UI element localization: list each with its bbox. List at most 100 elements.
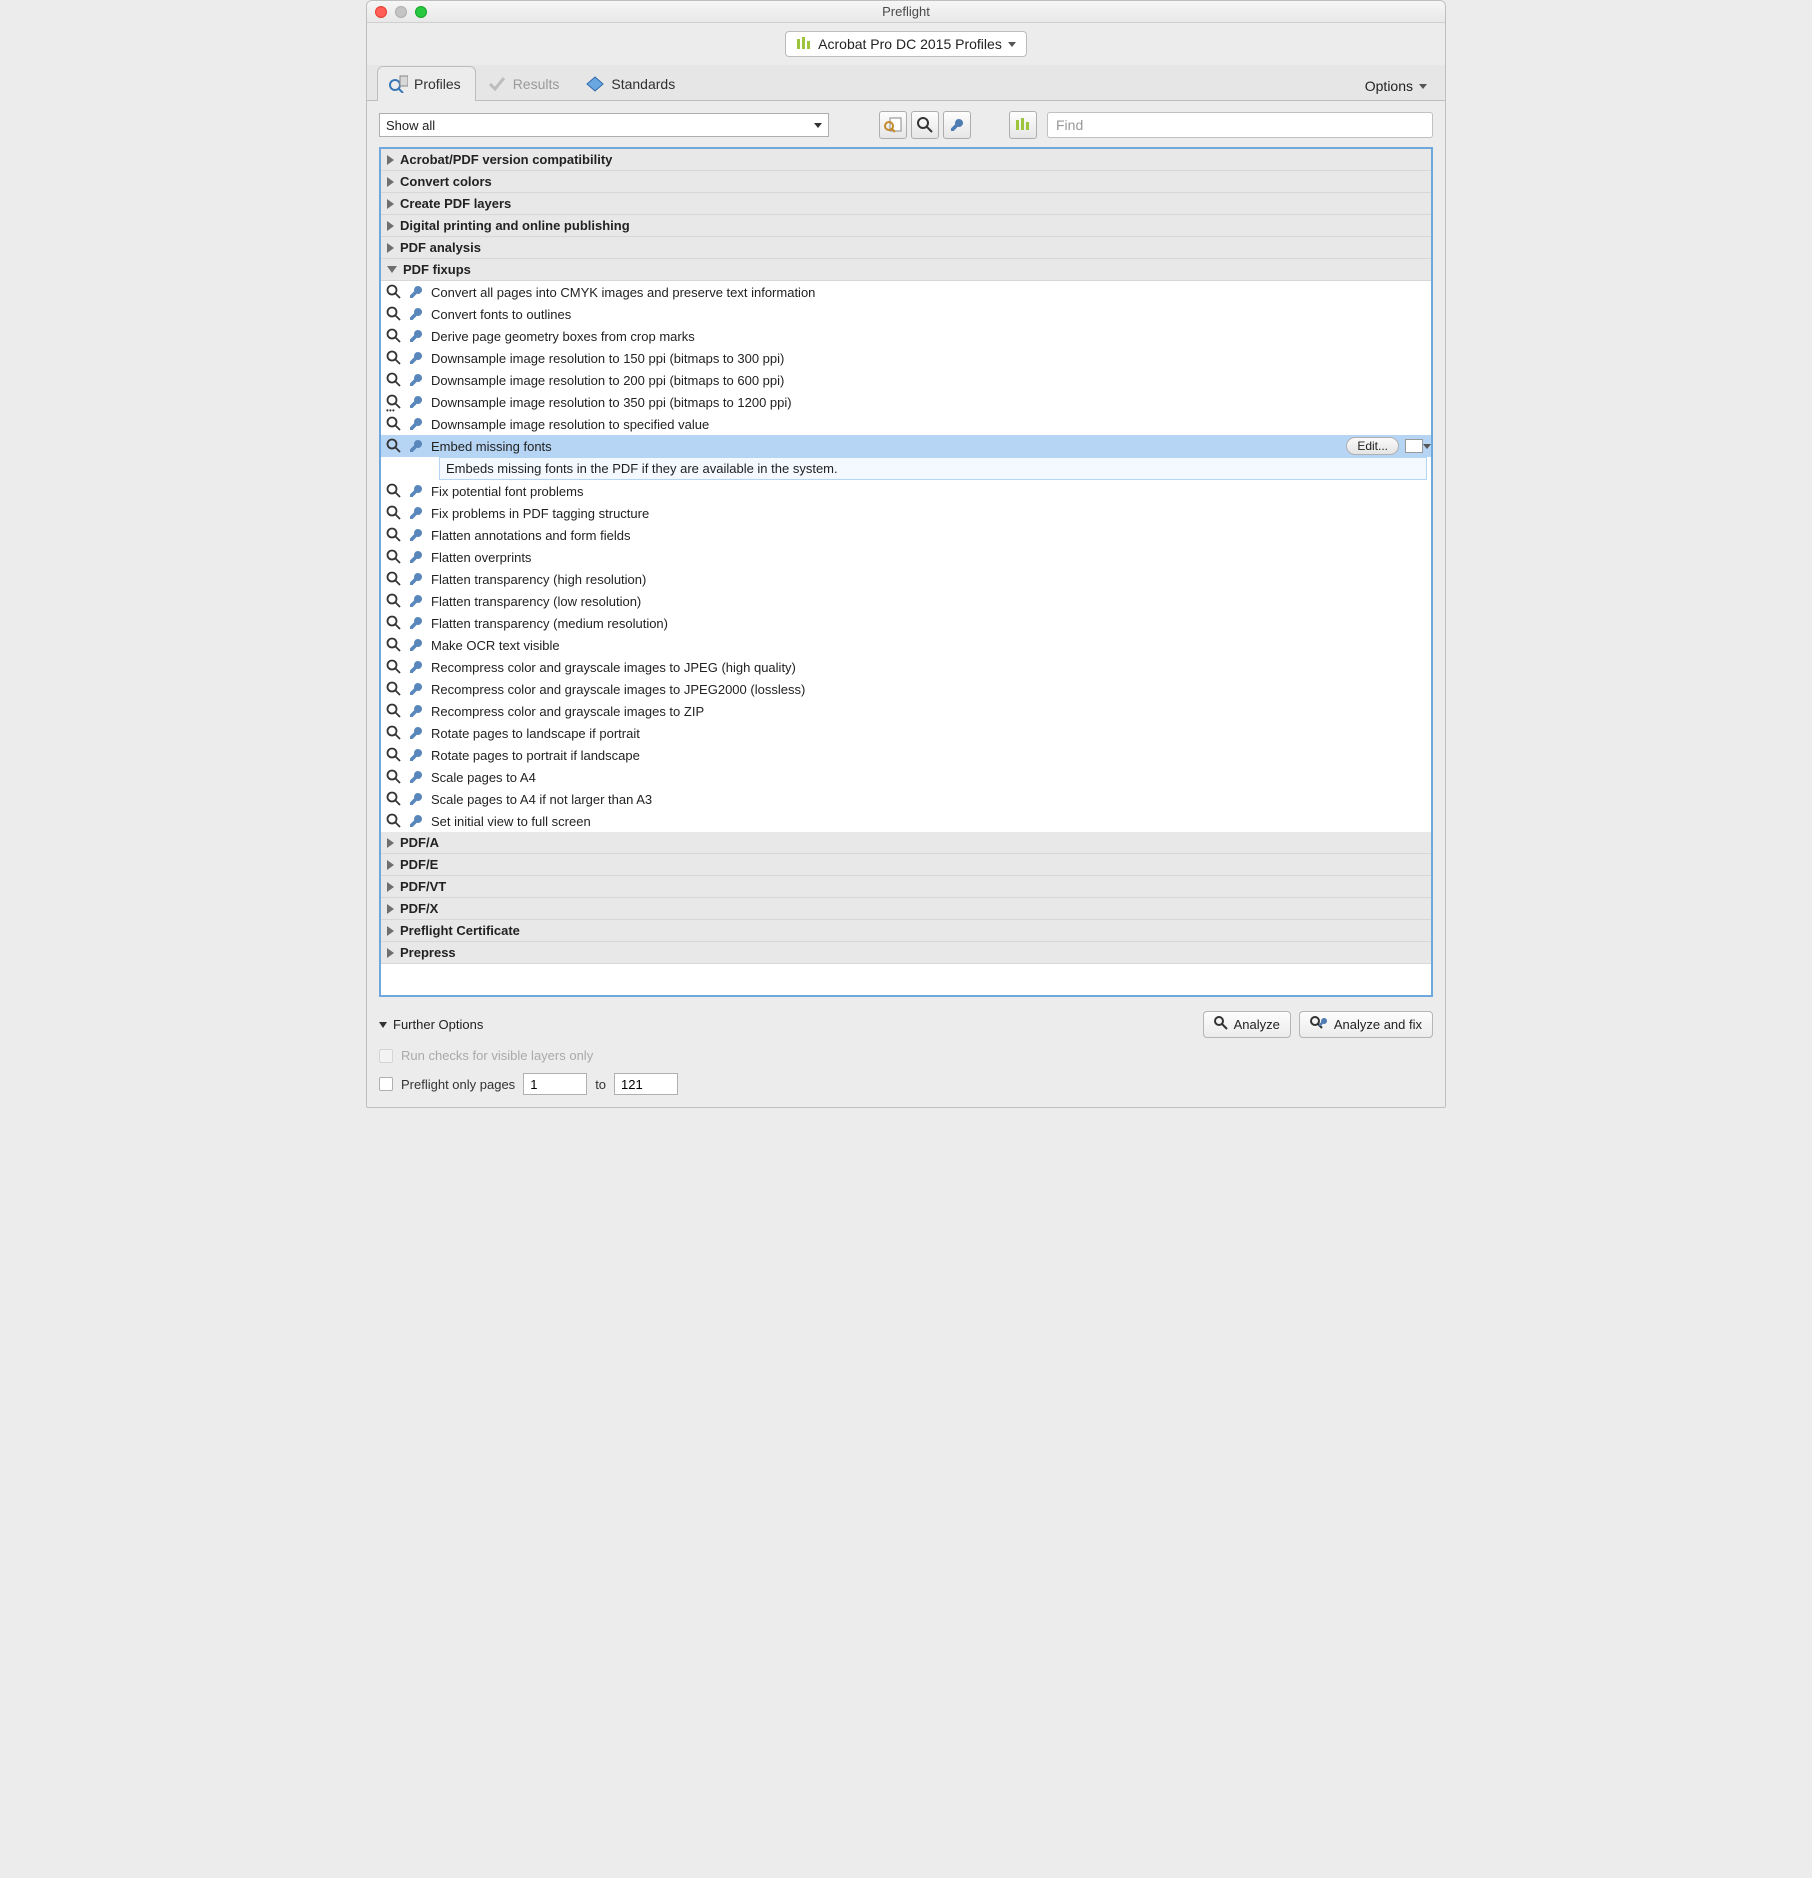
bars-icon (796, 37, 812, 51)
fixup-label: Convert all pages into CMYK images and p… (429, 285, 815, 300)
fixup-label: Make OCR text visible (429, 638, 560, 653)
fixup-row[interactable]: Downsample image resolution to 350 ppi (… (381, 391, 1431, 413)
filter-combo-value: Show all (386, 118, 435, 133)
category-row[interactable]: PDF analysis (381, 237, 1431, 259)
fixup-row[interactable]: Flatten annotations and form fields (381, 524, 1431, 546)
fixup-row[interactable]: Recompress color and grayscale images to… (381, 678, 1431, 700)
options-menu[interactable]: Options (1357, 72, 1435, 100)
window-title: Preflight (367, 4, 1445, 19)
analyze-button[interactable]: Analyze (1203, 1011, 1291, 1038)
tab-results[interactable]: Results (476, 66, 575, 101)
fixup-row[interactable]: Scale pages to A4 (381, 766, 1431, 788)
fixup-row[interactable]: Downsample image resolution to 150 ppi (… (381, 347, 1431, 369)
disclosure-triangle-icon (387, 948, 394, 958)
magnifier-icon (385, 724, 403, 742)
category-label: Prepress (400, 945, 456, 960)
fixup-row[interactable]: Derive page geometry boxes from crop mar… (381, 325, 1431, 347)
category-row[interactable]: Acrobat/PDF version compatibility (381, 149, 1431, 171)
fixup-row[interactable]: Rotate pages to landscape if portrait (381, 722, 1431, 744)
fixup-label: Recompress color and grayscale images to… (429, 660, 796, 675)
fixup-row[interactable]: Fix potential font problems (381, 480, 1431, 502)
fixup-row[interactable]: Recompress color and grayscale images to… (381, 656, 1431, 678)
category-row[interactable]: PDF/X (381, 898, 1431, 920)
fixup-row[interactable]: Downsample image resolution to 200 ppi (… (381, 369, 1431, 391)
magnifier-icon (385, 790, 403, 808)
profile-selector-row: Acrobat Pro DC 2015 Profiles (367, 23, 1445, 65)
titlebar: Preflight (367, 1, 1445, 23)
view-mode-buttons (879, 111, 971, 139)
category-row[interactable]: Digital printing and online publishing (381, 215, 1431, 237)
standards-icon (585, 75, 605, 93)
to-label: to (595, 1077, 606, 1092)
profiles-tree[interactable]: Acrobat/PDF version compatibilityConvert… (379, 147, 1433, 997)
category-row[interactable]: PDF/VT (381, 876, 1431, 898)
edit-button[interactable]: Edit... (1346, 437, 1399, 455)
find-input[interactable] (1047, 112, 1433, 138)
wrench-icon (407, 812, 425, 830)
further-options-label: Further Options (393, 1017, 483, 1032)
fixup-row[interactable]: Flatten transparency (medium resolution) (381, 612, 1431, 634)
fixup-row[interactable]: Recompress color and grayscale images to… (381, 700, 1431, 722)
further-options-toggle[interactable]: Further Options (379, 1017, 483, 1032)
disclosure-triangle-icon (387, 882, 394, 892)
category-label: PDF/VT (400, 879, 446, 894)
category-label: PDF analysis (400, 240, 481, 255)
fixup-row[interactable]: Set initial view to full screen (381, 810, 1431, 832)
category-row[interactable]: Prepress (381, 942, 1431, 964)
filter-combo[interactable]: Show all (379, 113, 829, 137)
category-row[interactable]: Preflight Certificate (381, 920, 1431, 942)
disclosure-triangle-icon (387, 838, 394, 848)
preflight-only-pages-checkbox[interactable] (379, 1077, 393, 1091)
view-checks-button[interactable] (911, 111, 939, 139)
tab-profiles-label: Profiles (414, 76, 461, 92)
wrench-icon (407, 283, 425, 301)
page-to-input[interactable] (614, 1073, 678, 1095)
fixup-row[interactable]: Flatten overprints (381, 546, 1431, 568)
disclosure-triangle-icon (387, 177, 394, 187)
fixup-row[interactable]: Scale pages to A4 if not larger than A3 (381, 788, 1431, 810)
fixup-row[interactable]: Make OCR text visible (381, 634, 1431, 656)
fixup-row[interactable]: Embed missing fontsEdit... (381, 435, 1431, 457)
fixup-row[interactable]: Flatten transparency (high resolution) (381, 568, 1431, 590)
category-row[interactable]: PDF/E (381, 854, 1431, 876)
category-row[interactable]: PDF/A (381, 832, 1431, 854)
chevron-down-icon (379, 1022, 387, 1028)
category-row[interactable]: PDF fixups (381, 259, 1431, 281)
disclosure-triangle-icon (387, 155, 394, 165)
wrench-icon (407, 327, 425, 345)
fixup-row[interactable]: Flatten transparency (low resolution) (381, 590, 1431, 612)
fixup-row[interactable]: Fix problems in PDF tagging structure (381, 502, 1431, 524)
wrench-icon (407, 371, 425, 389)
fixup-row[interactable]: Convert fonts to outlines (381, 303, 1431, 325)
wrench-icon (407, 658, 425, 676)
magnifier-icon (385, 614, 403, 632)
tab-standards[interactable]: Standards (574, 66, 690, 101)
run-checks-visible-layers-label: Run checks for visible layers only (401, 1048, 593, 1063)
view-profiles-button[interactable] (879, 111, 907, 139)
disclosure-triangle-icon (387, 860, 394, 870)
category-row[interactable]: Create PDF layers (381, 193, 1431, 215)
wrench-icon (407, 636, 425, 654)
chevron-down-icon (814, 123, 822, 128)
magnifier-icon (385, 526, 403, 544)
fixup-label: Downsample image resolution to specified… (429, 417, 709, 432)
magnifier-icon (385, 768, 403, 786)
fixup-row[interactable]: Rotate pages to portrait if landscape (381, 744, 1431, 766)
view-fixups-button[interactable] (943, 111, 971, 139)
flag-dropdown[interactable] (1405, 439, 1423, 453)
analyze-and-fix-button[interactable]: Analyze and fix (1299, 1011, 1433, 1038)
disclosure-triangle-icon (387, 243, 394, 253)
wrench-icon (407, 393, 425, 411)
page-from-input[interactable] (523, 1073, 587, 1095)
tab-profiles[interactable]: Profiles (377, 66, 476, 101)
category-row[interactable]: Convert colors (381, 171, 1431, 193)
profile-set-dropdown[interactable]: Acrobat Pro DC 2015 Profiles (785, 31, 1027, 57)
wrench-icon (407, 592, 425, 610)
fixup-label: Flatten transparency (high resolution) (429, 572, 646, 587)
wrench-icon (407, 746, 425, 764)
fixup-label: Scale pages to A4 (429, 770, 536, 785)
fixup-row[interactable]: Downsample image resolution to specified… (381, 413, 1431, 435)
wrench-icon (407, 305, 425, 323)
libraries-button[interactable] (1009, 111, 1037, 139)
fixup-row[interactable]: Convert all pages into CMYK images and p… (381, 281, 1431, 303)
